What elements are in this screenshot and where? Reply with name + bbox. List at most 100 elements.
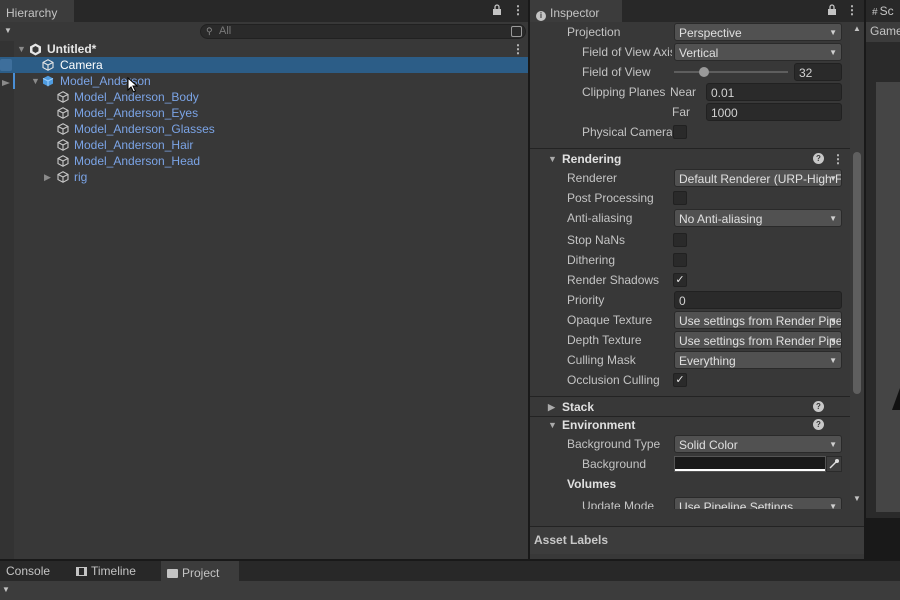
- eyedropper-icon[interactable]: [826, 456, 842, 472]
- help-icon[interactable]: ?: [813, 401, 824, 412]
- far-input[interactable]: 1000: [706, 103, 842, 121]
- anti-aliasing-dropdown[interactable]: No Anti-aliasing ▼: [674, 209, 842, 227]
- scroll-up-icon[interactable]: ▲: [853, 24, 861, 33]
- hierarchy-menu-icon[interactable]: ⋮: [512, 3, 524, 17]
- tab-hierarchy[interactable]: Hierarchy: [0, 0, 74, 22]
- occlusion-culling-checkbox[interactable]: ✓: [673, 373, 687, 387]
- folder-icon: [167, 569, 178, 578]
- dithering-checkbox[interactable]: [673, 253, 687, 267]
- physical-camera-checkbox[interactable]: [673, 125, 687, 139]
- grid-icon: #: [872, 7, 878, 18]
- section-menu-icon[interactable]: ⋮: [832, 149, 844, 169]
- alpha-bar: [675, 469, 825, 471]
- help-icon[interactable]: ?: [813, 153, 824, 164]
- post-processing-checkbox[interactable]: [673, 191, 687, 205]
- background-type-dropdown[interactable]: Solid Color ▼: [674, 435, 842, 453]
- visibility-toggle-icon[interactable]: [0, 59, 12, 71]
- priority-input[interactable]: 0: [674, 291, 842, 309]
- near-label: Near: [670, 85, 697, 99]
- create-dropdown-icon[interactable]: ▼: [2, 585, 10, 594]
- asset-labels-bar[interactable]: Asset Labels: [530, 526, 864, 554]
- background-color-field[interactable]: [674, 456, 826, 472]
- hierarchy-item-model-anderson[interactable]: ▼ Model_Anderson: [0, 73, 528, 93]
- projection-label: Projection: [567, 25, 621, 39]
- inspector-scrollbar[interactable]: ▲ ▼: [850, 22, 864, 510]
- hierarchy-search-input[interactable]: ⚲ All: [200, 24, 526, 39]
- hierarchy-item-hair[interactable]: Model_Anderson_Hair: [0, 137, 528, 153]
- tab-scene[interactable]: # Sc: [866, 0, 900, 22]
- help-icon[interactable]: ?: [813, 419, 824, 430]
- stop-nans-checkbox[interactable]: [673, 233, 687, 247]
- pick-toggle-icon[interactable]: [1, 76, 12, 86]
- tab-inspector[interactable]: i Inspector: [530, 0, 622, 22]
- lock-icon[interactable]: [492, 4, 502, 16]
- hierarchy-item-head[interactable]: Model_Anderson_Head: [0, 153, 528, 169]
- tab-project[interactable]: Project: [161, 561, 239, 581]
- tab-project-label: Project: [182, 566, 220, 580]
- hierarchy-item-camera[interactable]: Camera: [0, 57, 528, 73]
- chevron-down-icon: ▼: [829, 440, 837, 449]
- fov-input[interactable]: 32: [794, 63, 842, 81]
- collapse-arrow-icon[interactable]: ▼: [31, 73, 40, 89]
- lock-icon[interactable]: [827, 4, 837, 16]
- hierarchy-item-glasses[interactable]: Model_Anderson_Glasses: [0, 121, 528, 137]
- expand-arrow-icon[interactable]: ▶: [44, 169, 51, 185]
- clipping-near-row: Clipping Planes Near 0.01: [530, 82, 850, 102]
- environment-section-header[interactable]: ▼ Environment ?: [530, 415, 850, 435]
- stack-section-header[interactable]: ▶ Stack ?: [530, 397, 850, 417]
- update-mode-dropdown[interactable]: Use Pipeline Settings ▼: [674, 497, 842, 509]
- post-processing-row: Post Processing: [530, 188, 850, 208]
- scroll-down-icon[interactable]: ▼: [853, 494, 861, 503]
- fov-value: 32: [799, 66, 813, 80]
- culling-mask-value: Everything: [679, 354, 736, 368]
- near-input[interactable]: 0.01: [706, 83, 842, 101]
- gameobject-icon: [42, 59, 54, 71]
- game-view[interactable]: [866, 42, 900, 518]
- fov-axis-row: Field of View Axis Vertical ▼: [530, 42, 850, 62]
- anti-aliasing-label: Anti-aliasing: [567, 211, 633, 225]
- rendering-section-header[interactable]: ▼ Rendering ? ⋮: [530, 149, 850, 169]
- search-by-type-icon[interactable]: [511, 26, 522, 37]
- occlusion-culling-label: Occlusion Culling: [567, 373, 660, 387]
- scene-menu-icon[interactable]: ⋮: [512, 41, 524, 57]
- renderer-dropdown[interactable]: Default Renderer (URP-High Fidelity)▼: [674, 169, 842, 187]
- renderer-label: Renderer: [567, 171, 618, 185]
- update-mode-label: Update Mode: [582, 499, 655, 509]
- render-shadows-checkbox[interactable]: ✓: [673, 273, 687, 287]
- scrollbar-thumb[interactable]: [853, 152, 861, 394]
- opaque-texture-dropdown[interactable]: Use settings from Render Pipeline Asset▼: [674, 311, 842, 329]
- scene-row[interactable]: ▼ Untitled* ⋮: [0, 41, 528, 57]
- depth-texture-dropdown[interactable]: Use settings from Render Pipeline Asset▼: [674, 331, 842, 349]
- hierarchy-item-label: Model_Anderson_Body: [74, 90, 199, 104]
- fov-slider-track[interactable]: [674, 71, 788, 73]
- chevron-down-icon: ▼: [829, 356, 837, 365]
- fov-slider-handle[interactable]: [698, 67, 709, 77]
- culling-mask-dropdown[interactable]: Everything ▼: [674, 351, 842, 369]
- inspector-menu-icon[interactable]: ⋮: [846, 3, 858, 17]
- tab-console[interactable]: Console: [0, 561, 56, 581]
- opaque-texture-value: Use settings from Render Pipeline Asset: [679, 314, 842, 328]
- collapse-arrow-icon[interactable]: ▼: [17, 41, 26, 57]
- expand-arrow-icon: ▶: [548, 402, 555, 412]
- volumes-row: Volumes: [530, 474, 850, 494]
- tab-scene-label: Sc: [879, 4, 894, 18]
- render-shadows-label: Render Shadows: [567, 273, 660, 287]
- far-value: 1000: [711, 106, 738, 120]
- scene-object-shape: [892, 388, 900, 410]
- hierarchy-item-rig[interactable]: ▶ rig: [0, 169, 528, 185]
- background-type-label: Background Type: [567, 437, 661, 451]
- tab-console-label: Console: [6, 564, 51, 578]
- tab-game[interactable]: Game: [870, 24, 900, 38]
- priority-value: 0: [679, 294, 686, 308]
- hierarchy-item-eyes[interactable]: Model_Anderson_Eyes: [0, 105, 528, 121]
- scene-name: Untitled*: [47, 42, 97, 56]
- tab-timeline[interactable]: Timeline: [70, 561, 142, 581]
- search-placeholder: All: [219, 25, 232, 37]
- environment-title: Environment: [562, 418, 636, 432]
- hierarchy-item-body[interactable]: Model_Anderson_Body: [0, 89, 528, 105]
- create-dropdown-icon[interactable]: ▼: [4, 26, 12, 35]
- fov-axis-dropdown[interactable]: Vertical ▼: [674, 43, 842, 61]
- chevron-down-icon: ▼: [829, 502, 837, 509]
- projection-dropdown[interactable]: Perspective ▼: [674, 23, 842, 41]
- tab-timeline-label: Timeline: [91, 564, 136, 578]
